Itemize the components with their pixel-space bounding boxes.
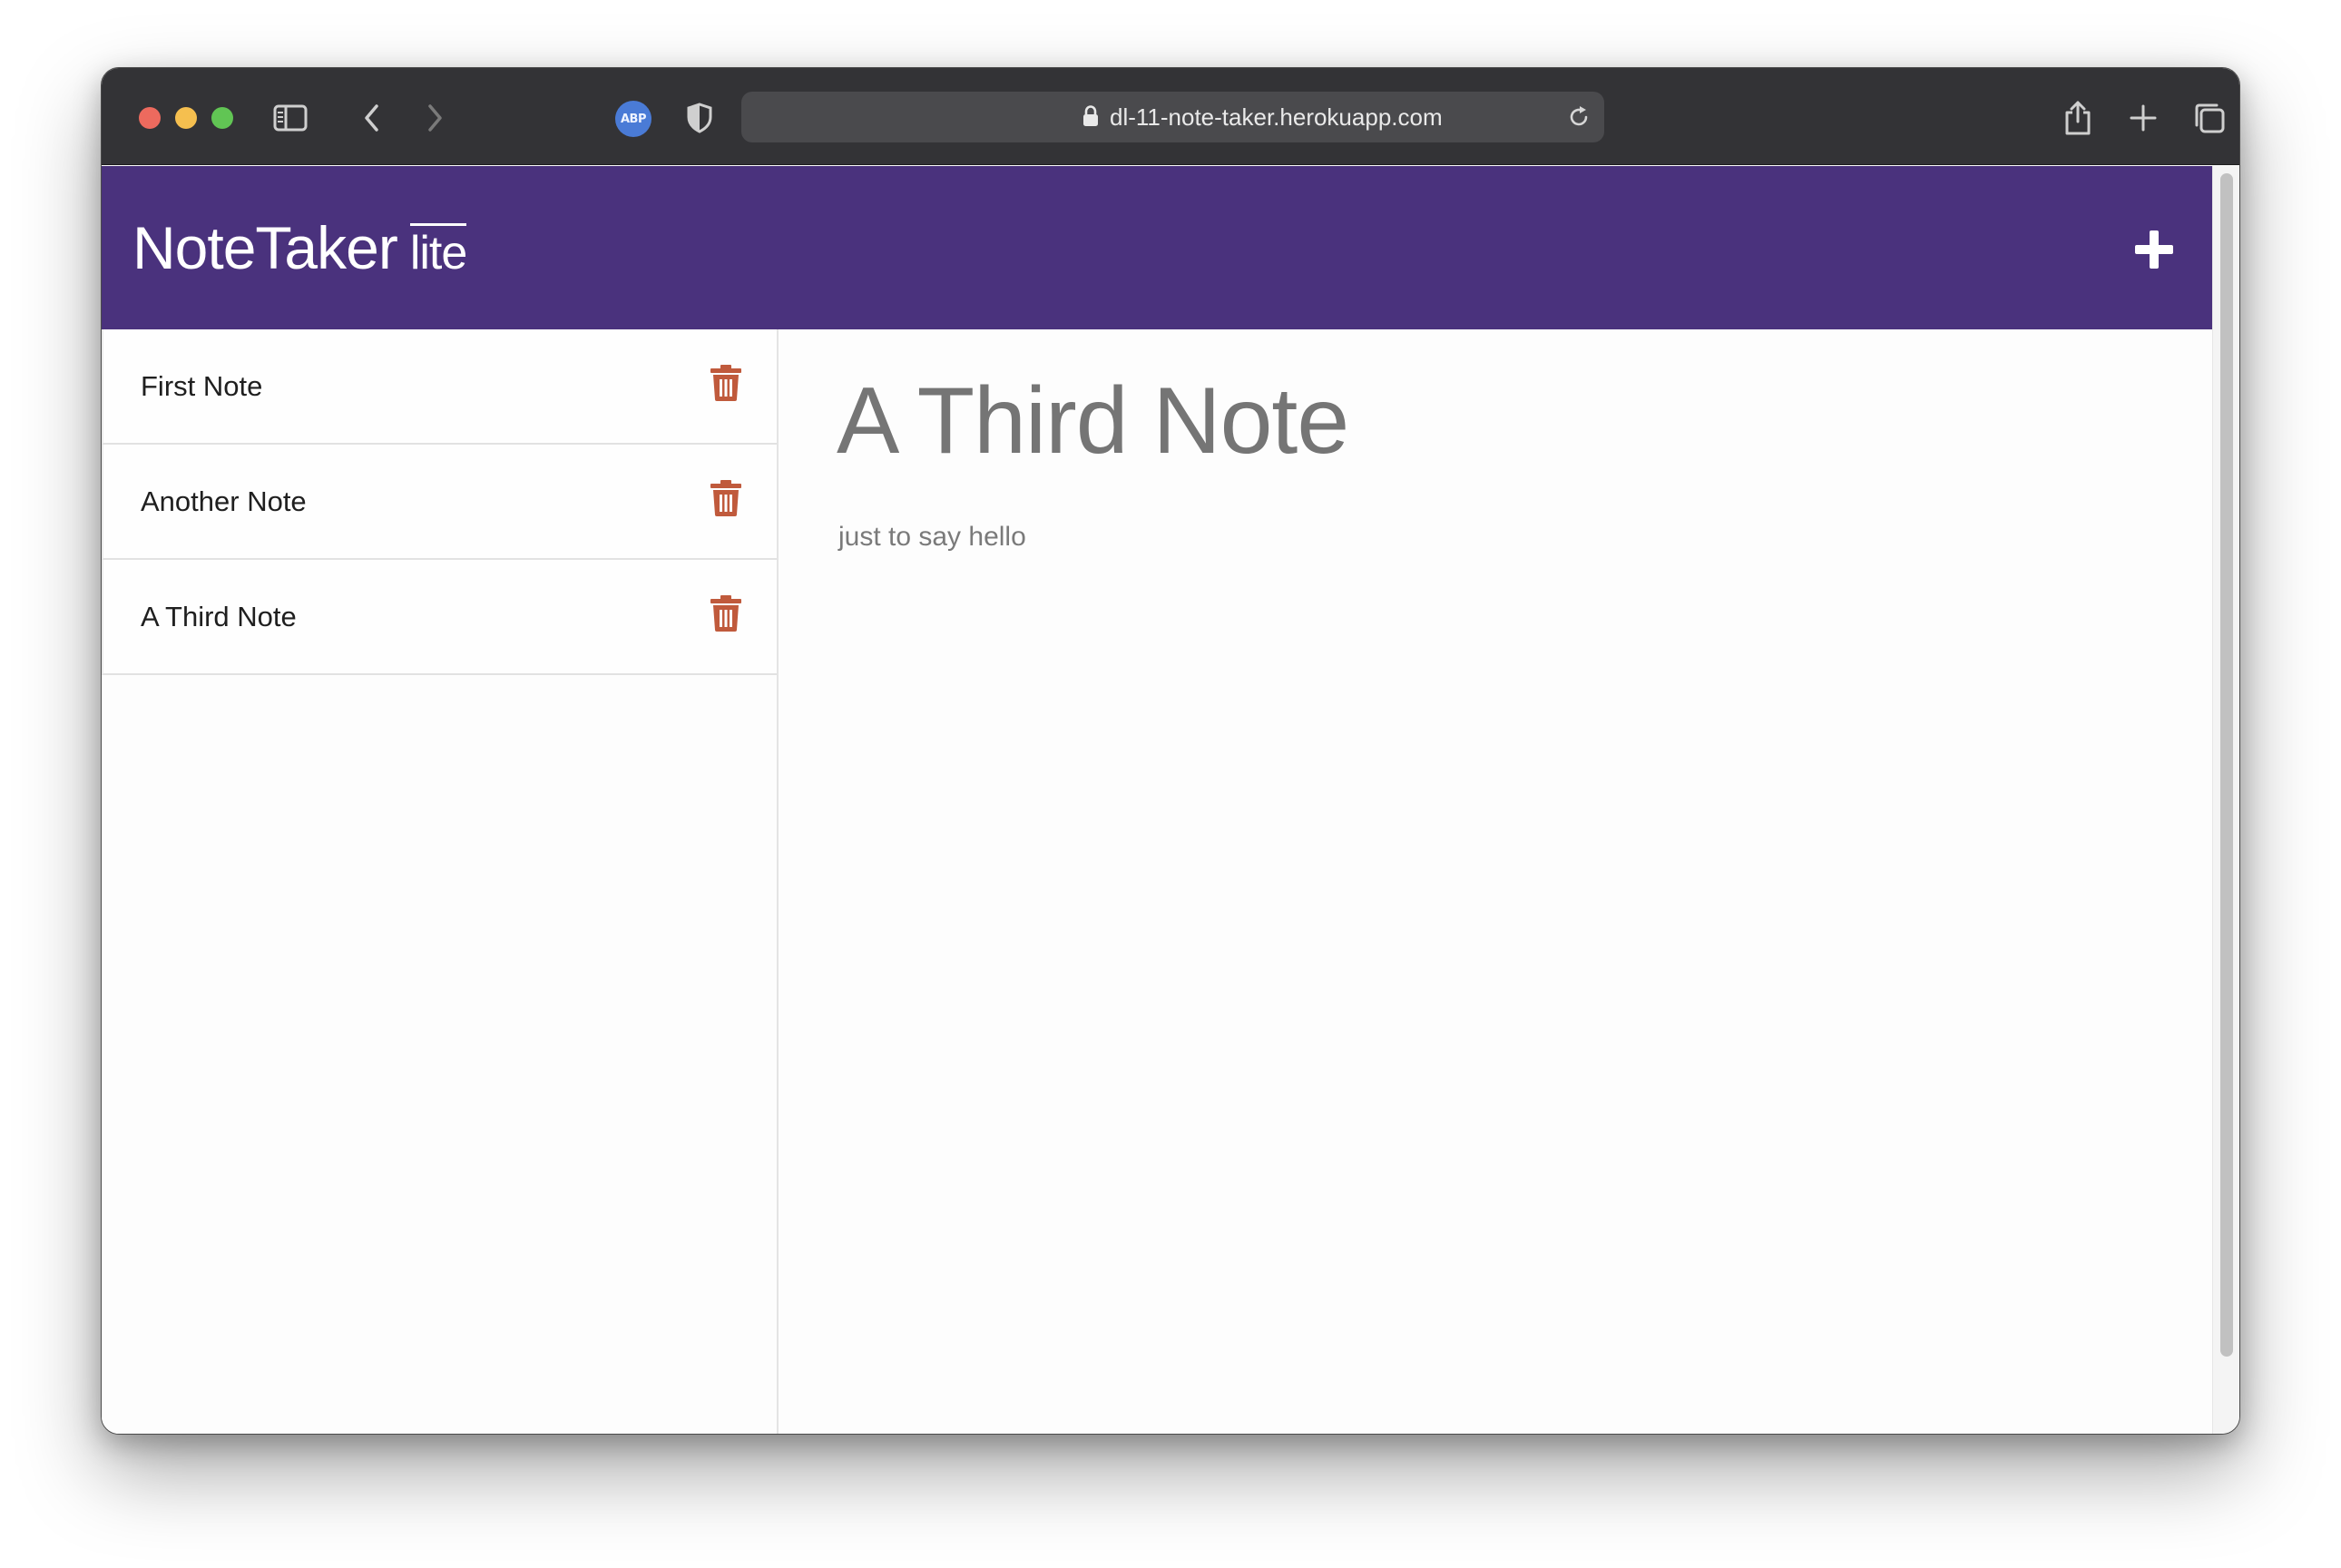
brand-name: NoteTaker [132,214,398,281]
address-bar[interactable]: dl-11-note-taker.herokuapp.com [741,92,1604,142]
browser-toolbar: ABP dl-11-note-taker.herokuapp.com [102,68,2239,165]
browser-window: ABP dl-11-note-taker.herokuapp.com NoteT… [101,67,2240,1435]
app-brand[interactable]: NoteTaker lite [132,213,467,282]
reload-icon[interactable] [1566,104,1592,134]
adblock-extension-icon[interactable]: ABP [615,101,651,137]
notes-list: First Note Another Note A Third Note [102,329,779,1434]
new-tab-plus-icon[interactable] [2122,97,2164,139]
minimize-window-button[interactable] [175,107,197,129]
chevron-right-icon[interactable] [414,97,455,139]
trash-icon[interactable] [710,594,742,632]
list-item[interactable]: A Third Note [102,560,777,675]
shield-icon[interactable] [679,97,720,139]
note-title-field[interactable]: A Third Note [837,368,1349,475]
plus-icon [2135,230,2173,269]
sidebar-toggle-icon[interactable] [269,97,311,139]
brand-suffix: lite [409,223,467,279]
web-page: NoteTaker lite First Note Another Note A… [102,166,2214,1434]
new-note-button[interactable] [2127,222,2181,277]
lock-icon [1082,105,1099,132]
scrollbar-thumb[interactable] [2220,173,2233,1357]
chevron-left-icon[interactable] [351,97,393,139]
close-window-button[interactable] [139,107,161,129]
page-scrollbar[interactable] [2212,166,2239,1434]
note-editor: A Third Note just to say hello [780,329,2214,1434]
list-item[interactable]: Another Note [102,445,777,560]
note-title: A Third Note [141,601,297,632]
trash-icon[interactable] [710,479,742,517]
app-navbar: NoteTaker lite [102,166,2214,329]
share-icon[interactable] [2057,97,2099,139]
tab-overview-icon[interactable] [2189,97,2230,139]
url-text: dl-11-note-taker.herokuapp.com [1110,103,1443,131]
list-item[interactable]: First Note [102,329,777,445]
note-title: First Note [141,370,263,402]
note-text-field[interactable]: just to say hello [838,520,1026,554]
zoom-window-button[interactable] [211,107,233,129]
trash-icon[interactable] [710,364,742,402]
note-title: Another Note [141,485,307,517]
